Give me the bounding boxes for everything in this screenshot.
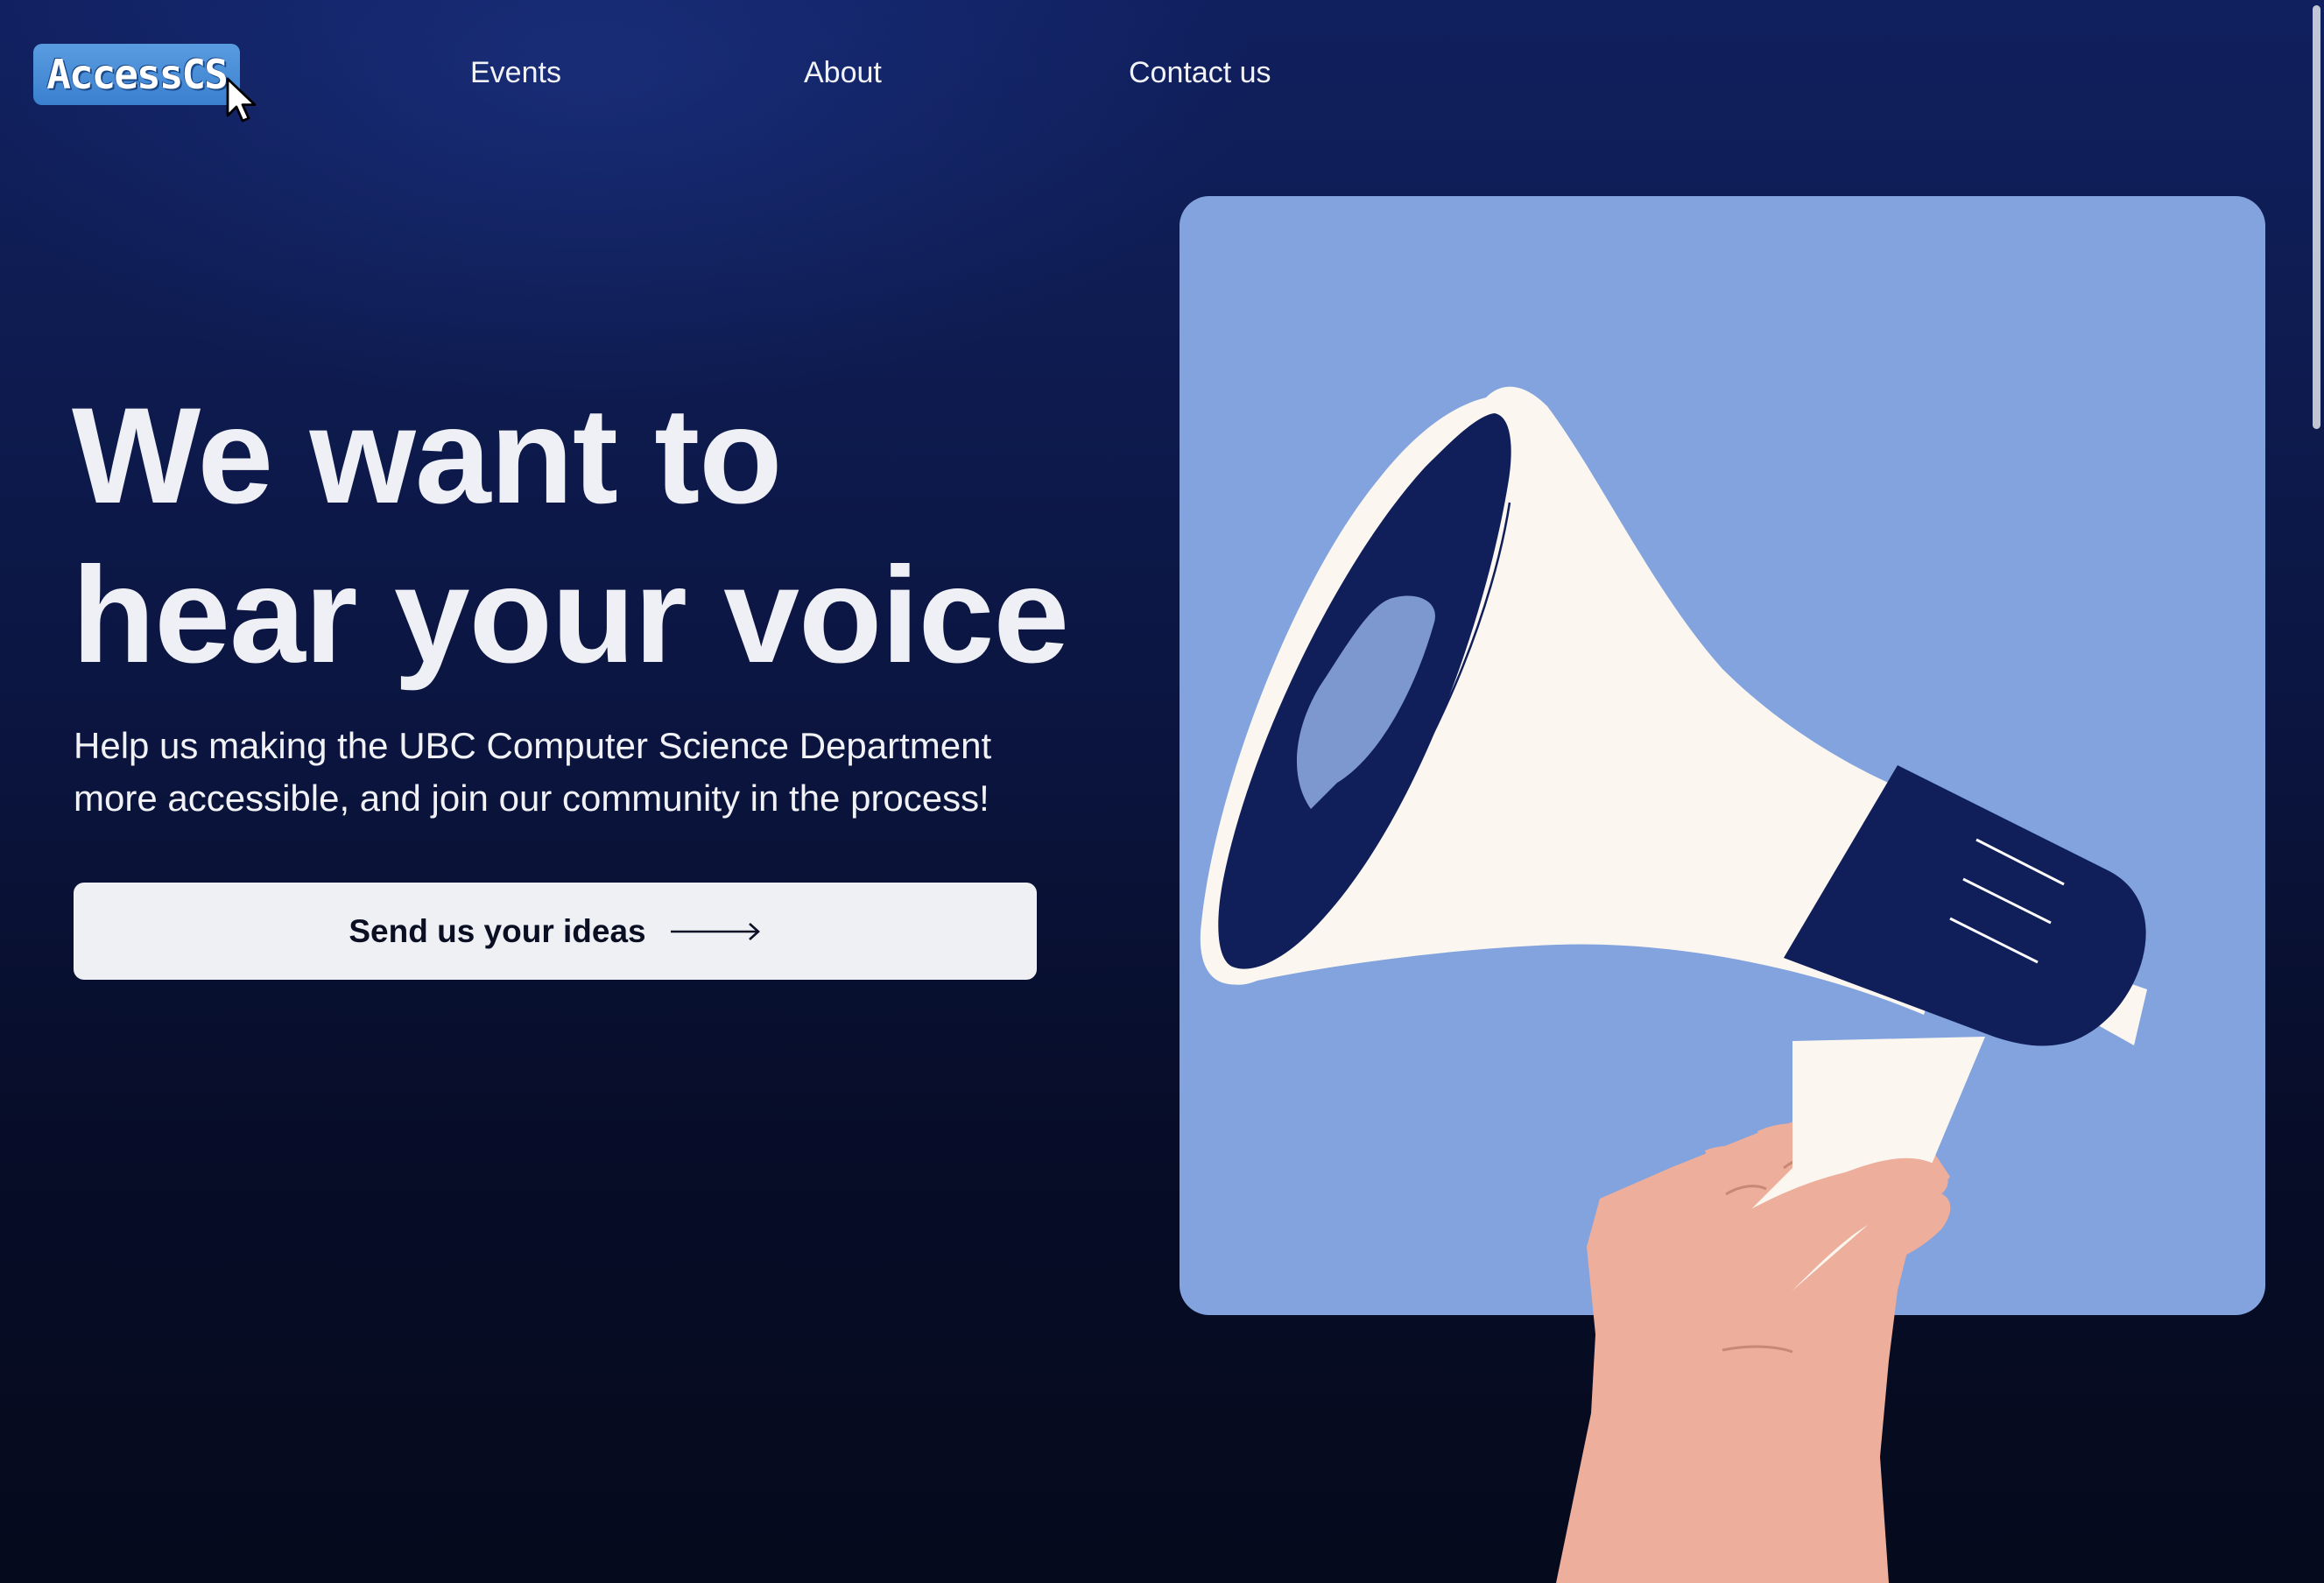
send-ideas-label: Send us your ideas — [349, 912, 646, 949]
logo-text: AccessCS — [46, 51, 229, 98]
scrollbar-thumb[interactable] — [2313, 5, 2320, 429]
hero-subtitle-line-2: more accessible, and join our community … — [74, 777, 989, 819]
megaphone-icon — [1200, 386, 2147, 1583]
send-ideas-button[interactable]: Send us your ideas — [74, 883, 1037, 980]
nav-link-contact[interactable]: Contact us — [1129, 56, 1271, 90]
nav-link-events[interactable]: Events — [470, 56, 561, 90]
hero-subtitle: Help us making the UBC Computer Science … — [74, 720, 1063, 825]
mouse-cursor-icon — [226, 77, 257, 123]
hero-title: We want to hear your voice — [72, 376, 1123, 695]
hero-title-line-2: hear your voice — [72, 539, 1069, 692]
arrow-right-icon — [670, 922, 760, 940]
nav-link-about[interactable]: About — [804, 56, 882, 90]
logo-link[interactable]: AccessCS — [33, 44, 240, 105]
hero-subtitle-line-1: Help us making the UBC Computer Science … — [74, 725, 992, 766]
hero-title-line-1: We want to — [72, 380, 782, 532]
page-scrollbar[interactable] — [2306, 0, 2324, 1583]
